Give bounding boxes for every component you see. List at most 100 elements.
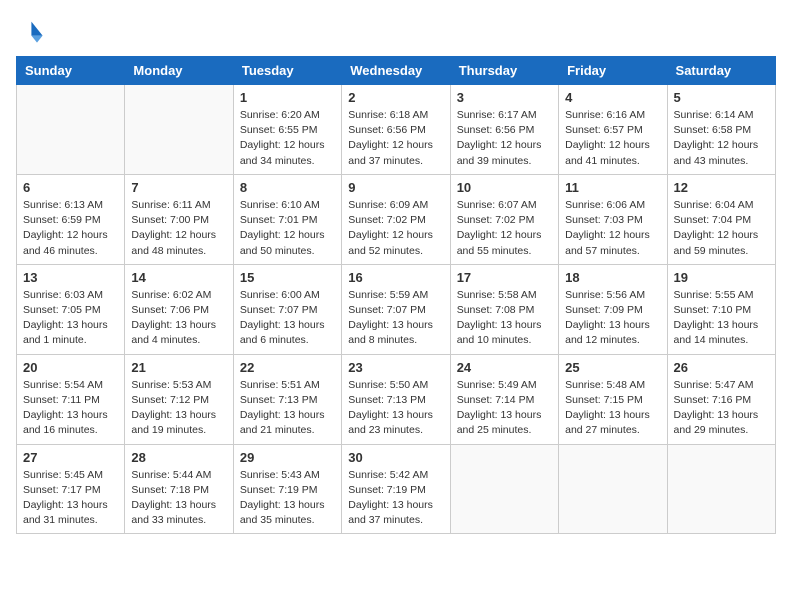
calendar-cell xyxy=(125,85,233,175)
day-info: Sunrise: 6:18 AM Sunset: 6:56 PM Dayligh… xyxy=(348,108,443,169)
calendar-week-1: 1 Sunrise: 6:20 AM Sunset: 6:55 PM Daylig… xyxy=(17,85,776,175)
day-number: 3 xyxy=(457,90,552,105)
day-info: Sunrise: 5:56 AM Sunset: 7:09 PM Dayligh… xyxy=(565,288,660,349)
day-number: 17 xyxy=(457,270,552,285)
day-number: 19 xyxy=(674,270,769,285)
calendar-cell: 17 Sunrise: 5:58 AM Sunset: 7:08 PM Dayli… xyxy=(450,264,558,354)
calendar-cell xyxy=(17,85,125,175)
day-number: 24 xyxy=(457,360,552,375)
calendar-cell xyxy=(450,444,558,534)
weekday-header-tuesday: Tuesday xyxy=(233,57,341,85)
day-number: 26 xyxy=(674,360,769,375)
day-number: 2 xyxy=(348,90,443,105)
day-number: 14 xyxy=(131,270,226,285)
calendar-week-5: 27Sunrise: 5:45 AM Sunset: 7:17 PM Dayli… xyxy=(17,444,776,534)
day-info: Sunrise: 5:54 AM Sunset: 7:11 PM Dayligh… xyxy=(23,378,118,439)
day-info: Sunrise: 5:43 AM Sunset: 7:19 PM Dayligh… xyxy=(240,468,335,529)
calendar-cell: 20 Sunrise: 5:54 AM Sunset: 7:11 PM Dayli… xyxy=(17,354,125,444)
day-info: Sunrise: 6:20 AM Sunset: 6:55 PM Dayligh… xyxy=(240,108,335,169)
calendar-cell: 3Sunrise: 6:17 AM Sunset: 6:56 PM Daylig… xyxy=(450,85,558,175)
day-number: 5 xyxy=(674,90,769,105)
day-number: 20 xyxy=(23,360,118,375)
calendar-cell: 16 Sunrise: 5:59 AM Sunset: 7:07 PM Dayli… xyxy=(342,264,450,354)
day-number: 4 xyxy=(565,90,660,105)
day-number: 18 xyxy=(565,270,660,285)
day-info: Sunrise: 6:11 AM Sunset: 7:00 PM Dayligh… xyxy=(131,198,226,259)
day-number: 9 xyxy=(348,180,443,195)
day-info: Sunrise: 6:00 AM Sunset: 7:07 PM Dayligh… xyxy=(240,288,335,349)
weekday-header-thursday: Thursday xyxy=(450,57,558,85)
day-info: Sunrise: 6:16 AM Sunset: 6:57 PM Dayligh… xyxy=(565,108,660,169)
calendar-cell: 30 Sunrise: 5:42 AM Sunset: 7:19 PM Dayli… xyxy=(342,444,450,534)
day-info: Sunrise: 5:50 AM Sunset: 7:13 PM Dayligh… xyxy=(348,378,443,439)
calendar-cell: 22 Sunrise: 5:51 AM Sunset: 7:13 PM Dayli… xyxy=(233,354,341,444)
calendar-cell: 24 Sunrise: 5:49 AM Sunset: 7:14 PM Dayli… xyxy=(450,354,558,444)
day-info: Sunrise: 6:04 AM Sunset: 7:04 PM Dayligh… xyxy=(674,198,769,259)
calendar-cell: 4 Sunrise: 6:16 AM Sunset: 6:57 PM Daylig… xyxy=(559,85,667,175)
weekday-header-friday: Friday xyxy=(559,57,667,85)
calendar-cell: 26 Sunrise: 5:47 AM Sunset: 7:16 PM Dayli… xyxy=(667,354,775,444)
day-number: 10 xyxy=(457,180,552,195)
day-info: Sunrise: 6:13 AM Sunset: 6:59 PM Dayligh… xyxy=(23,198,118,259)
calendar-cell: 25Sunrise: 5:48 AM Sunset: 7:15 PM Dayli… xyxy=(559,354,667,444)
day-info: Sunrise: 6:03 AM Sunset: 7:05 PM Dayligh… xyxy=(23,288,118,349)
logo xyxy=(16,16,48,44)
calendar-cell: 6 Sunrise: 6:13 AM Sunset: 6:59 PM Daylig… xyxy=(17,174,125,264)
day-info: Sunrise: 5:59 AM Sunset: 7:07 PM Dayligh… xyxy=(348,288,443,349)
calendar-cell xyxy=(667,444,775,534)
calendar-cell: 5 Sunrise: 6:14 AM Sunset: 6:58 PM Daylig… xyxy=(667,85,775,175)
calendar-cell: 13 Sunrise: 6:03 AM Sunset: 7:05 PM Dayli… xyxy=(17,264,125,354)
day-number: 7 xyxy=(131,180,226,195)
logo-icon xyxy=(16,16,44,44)
day-info: Sunrise: 6:06 AM Sunset: 7:03 PM Dayligh… xyxy=(565,198,660,259)
day-info: Sunrise: 5:49 AM Sunset: 7:14 PM Dayligh… xyxy=(457,378,552,439)
day-number: 21 xyxy=(131,360,226,375)
calendar-cell: 7 Sunrise: 6:11 AM Sunset: 7:00 PM Daylig… xyxy=(125,174,233,264)
calendar-cell: 27Sunrise: 5:45 AM Sunset: 7:17 PM Dayli… xyxy=(17,444,125,534)
calendar-cell: 10 Sunrise: 6:07 AM Sunset: 7:02 PM Dayli… xyxy=(450,174,558,264)
calendar-cell: 28Sunrise: 5:44 AM Sunset: 7:18 PM Dayli… xyxy=(125,444,233,534)
day-number: 30 xyxy=(348,450,443,465)
page-header xyxy=(16,16,776,44)
calendar-week-3: 13 Sunrise: 6:03 AM Sunset: 7:05 PM Dayli… xyxy=(17,264,776,354)
day-info: Sunrise: 6:07 AM Sunset: 7:02 PM Dayligh… xyxy=(457,198,552,259)
day-info: Sunrise: 6:14 AM Sunset: 6:58 PM Dayligh… xyxy=(674,108,769,169)
day-info: Sunrise: 5:42 AM Sunset: 7:19 PM Dayligh… xyxy=(348,468,443,529)
day-number: 13 xyxy=(23,270,118,285)
day-info: Sunrise: 5:47 AM Sunset: 7:16 PM Dayligh… xyxy=(674,378,769,439)
calendar-cell: 21Sunrise: 5:53 AM Sunset: 7:12 PM Dayli… xyxy=(125,354,233,444)
calendar-cell: 18 Sunrise: 5:56 AM Sunset: 7:09 PM Dayli… xyxy=(559,264,667,354)
calendar-cell: 8 Sunrise: 6:10 AM Sunset: 7:01 PM Daylig… xyxy=(233,174,341,264)
weekday-header-saturday: Saturday xyxy=(667,57,775,85)
calendar-cell: 11 Sunrise: 6:06 AM Sunset: 7:03 PM Dayli… xyxy=(559,174,667,264)
day-number: 15 xyxy=(240,270,335,285)
calendar-week-2: 6 Sunrise: 6:13 AM Sunset: 6:59 PM Daylig… xyxy=(17,174,776,264)
day-number: 22 xyxy=(240,360,335,375)
day-info: Sunrise: 6:10 AM Sunset: 7:01 PM Dayligh… xyxy=(240,198,335,259)
calendar-cell xyxy=(559,444,667,534)
weekday-header-monday: Monday xyxy=(125,57,233,85)
weekday-header-wednesday: Wednesday xyxy=(342,57,450,85)
calendar-week-4: 20 Sunrise: 5:54 AM Sunset: 7:11 PM Dayli… xyxy=(17,354,776,444)
day-number: 29 xyxy=(240,450,335,465)
weekday-header-row: SundayMondayTuesdayWednesdayThursdayFrid… xyxy=(17,57,776,85)
day-number: 1 xyxy=(240,90,335,105)
day-info: Sunrise: 5:58 AM Sunset: 7:08 PM Dayligh… xyxy=(457,288,552,349)
calendar-table: SundayMondayTuesdayWednesdayThursdayFrid… xyxy=(16,56,776,534)
calendar-cell: 9 Sunrise: 6:09 AM Sunset: 7:02 PM Daylig… xyxy=(342,174,450,264)
day-info: Sunrise: 6:02 AM Sunset: 7:06 PM Dayligh… xyxy=(131,288,226,349)
day-number: 12 xyxy=(674,180,769,195)
day-number: 11 xyxy=(565,180,660,195)
day-number: 8 xyxy=(240,180,335,195)
day-info: Sunrise: 5:48 AM Sunset: 7:15 PM Dayligh… xyxy=(565,378,660,439)
calendar-cell: 29 Sunrise: 5:43 AM Sunset: 7:19 PM Dayli… xyxy=(233,444,341,534)
day-number: 6 xyxy=(23,180,118,195)
day-number: 16 xyxy=(348,270,443,285)
calendar-cell: 23 Sunrise: 5:50 AM Sunset: 7:13 PM Dayli… xyxy=(342,354,450,444)
calendar-cell: 19Sunrise: 5:55 AM Sunset: 7:10 PM Dayli… xyxy=(667,264,775,354)
day-info: Sunrise: 5:51 AM Sunset: 7:13 PM Dayligh… xyxy=(240,378,335,439)
calendar-cell: 1 Sunrise: 6:20 AM Sunset: 6:55 PM Daylig… xyxy=(233,85,341,175)
day-info: Sunrise: 6:09 AM Sunset: 7:02 PM Dayligh… xyxy=(348,198,443,259)
day-number: 23 xyxy=(348,360,443,375)
day-info: Sunrise: 5:44 AM Sunset: 7:18 PM Dayligh… xyxy=(131,468,226,529)
